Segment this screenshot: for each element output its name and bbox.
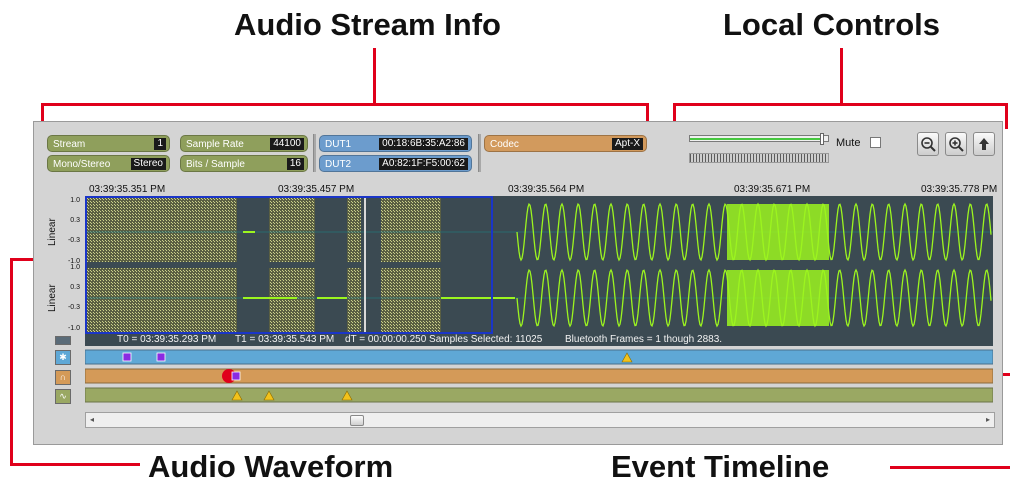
volume-fill (690, 138, 824, 140)
mute-label: Mute (836, 137, 861, 149)
scroll-right-icon[interactable]: ▸ (986, 415, 990, 424)
dut2-field: DUT2 A0:82:1F:F5:00:62 (319, 155, 472, 172)
y-axis-title: Linear (47, 218, 58, 246)
timestamp: 03:39:35.671 PM (734, 184, 811, 195)
callout-line (10, 463, 140, 466)
mono-stereo-field: Mono/Stereo Stereo (47, 155, 170, 172)
dut2-value: A0:82:1F:F5:00:62 (379, 158, 468, 170)
sample-rate-label: Sample Rate (186, 139, 244, 150)
sample-rate-field: Sample Rate 44100 (180, 135, 308, 152)
callout-line (10, 258, 13, 466)
status-t0: T0 = 03:39:35.293 PM (117, 334, 217, 345)
event-marker[interactable] (122, 352, 132, 362)
horizontal-scrollbar[interactable]: ◂ ▸ (85, 412, 995, 428)
callout-audio-waveform: Audio Waveform (148, 449, 394, 484)
waveform-canvas (85, 196, 993, 334)
zoom-out-icon (921, 137, 936, 152)
mute-checkbox[interactable] (870, 137, 881, 148)
y-tick: 1.0 (70, 197, 80, 204)
callout-line (41, 103, 649, 106)
callout-line (840, 48, 843, 104)
callout-audio-stream-info: Audio Stream Info (234, 7, 501, 42)
callout-line (1005, 103, 1008, 129)
bits-per-sample-value: 16 (286, 158, 304, 170)
bits-per-sample-field: Bits / Sample 16 (180, 155, 308, 172)
dense-burst (727, 270, 829, 326)
dense-burst (727, 204, 829, 260)
level-meter (689, 153, 829, 163)
separator (313, 134, 316, 172)
analyzer-panel: Stream 1 Mono/Stereo Stereo Sample Rate … (33, 121, 1003, 445)
callout-event-timeline: Event Timeline (611, 449, 830, 484)
audio-stream-info: Stream 1 Mono/Stereo Stereo Sample Rate … (34, 122, 1004, 178)
headset-icon: ∩ (59, 372, 67, 382)
status-t1: T1 = 03:39:35.543 PM (235, 334, 335, 345)
mono-stereo-value: Stereo (130, 158, 166, 170)
mono-stereo-label: Mono/Stereo (53, 159, 111, 170)
bluetooth-icon: ✱ (59, 352, 67, 362)
stream-value: 1 (154, 138, 166, 150)
y-tick: 1.0 (70, 264, 80, 271)
zoom-in-icon (949, 137, 964, 152)
timestamp: 03:39:35.564 PM (508, 184, 585, 195)
timestamp: 03:39:35.457 PM (278, 184, 355, 195)
timeline-canvas (84, 349, 994, 403)
event-marker[interactable] (231, 371, 241, 381)
status-dt: dT = 00:00:00.250 Samples Selected: 1102… (345, 334, 543, 345)
timestamp: 03:39:35.351 PM (89, 184, 166, 195)
callout-local-controls: Local Controls (723, 7, 941, 42)
event-marker[interactable] (156, 352, 166, 362)
waveform-status: T0 = 03:39:35.293 PM T1 = 03:39:35.543 P… (85, 334, 993, 346)
callout-line (890, 466, 1010, 469)
separator (478, 134, 481, 172)
callout-line (10, 258, 35, 261)
timeline-lane-waveform[interactable] (84, 387, 994, 403)
zoom-in-button[interactable] (945, 132, 967, 156)
channel-divider (85, 262, 993, 268)
bluetooth-lane-button[interactable]: ✱ (55, 350, 71, 365)
y-tick: -0.3 (67, 304, 80, 311)
y-tick: -1.0 (67, 325, 80, 332)
y-tick: -0.3 (67, 237, 80, 244)
stream-label: Stream (53, 139, 86, 150)
volume-slider-thumb[interactable] (819, 133, 824, 145)
volume-slider[interactable] (689, 133, 829, 145)
scrollbar-thumb[interactable] (350, 415, 364, 426)
bits-per-sample-label: Bits / Sample (186, 159, 245, 170)
waveform-lane-button[interactable]: ∿ (55, 389, 71, 404)
sample-rate-value: 44100 (270, 138, 304, 150)
zoom-out-button[interactable] (917, 132, 939, 156)
codec-field: Codec Apt-X (484, 135, 647, 152)
y-tick: 0.3 (70, 217, 80, 224)
waveform-icon: ∿ (59, 391, 67, 401)
codec-label: Codec (490, 139, 519, 150)
waveform-toggle-button[interactable] (55, 336, 71, 345)
dut2-label: DUT2 (325, 159, 352, 170)
y-axis-title: Linear (47, 284, 58, 312)
codec-value: Apt-X (611, 138, 643, 150)
dut1-label: DUT1 (325, 139, 352, 150)
status-frames: Bluetooth Frames = 1 though 2883. (565, 334, 723, 345)
scroll-left-icon[interactable]: ◂ (90, 415, 94, 424)
callout-line (673, 103, 1008, 106)
timeline-lane-bluetooth[interactable] (84, 349, 994, 365)
event-timeline[interactable] (84, 348, 994, 408)
headset-lane-button[interactable]: ∩ (55, 370, 71, 385)
callout-line (373, 48, 376, 104)
y-tick: 0.3 (70, 284, 80, 291)
stream-field: Stream 1 (47, 135, 170, 152)
audio-waveform[interactable] (85, 196, 993, 346)
timeline-lane-headset[interactable] (84, 368, 994, 384)
scroll-up-button[interactable] (973, 132, 995, 156)
timestamp: 03:39:35.778 PM (921, 184, 998, 195)
arrow-up-icon (979, 138, 989, 150)
dut1-field: DUT1 00:18:6B:35:A2:86 (319, 135, 472, 152)
dut1-value: 00:18:6B:35:A2:86 (379, 138, 468, 150)
